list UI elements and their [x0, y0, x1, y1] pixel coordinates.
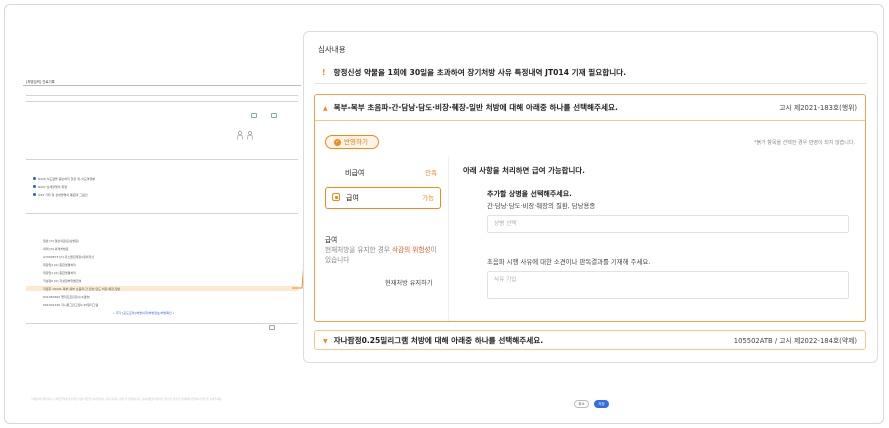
emr-prescription-screen: [처방입력] 진료기록 R229 식도염을 동반하지 않은 위-식도역류병 R2…	[23, 79, 301, 337]
add-diagnosis-desc: 간·담낭·담도·비장·췌장의 질환, 담낭용종	[487, 202, 596, 210]
caret-down-icon[interactable]: ▼	[323, 338, 328, 345]
apply-note: *붉가 항목을 선택한 경우 반영이 되지 않습니다.	[753, 140, 855, 146]
option-covered-selected[interactable]: 급여 가능	[325, 187, 441, 209]
order-row[interactable]: 691001740 자니틀그란고정0.25밀리그램	[43, 303, 98, 307]
keep-current-link[interactable]: 현재처방 유지하기	[385, 279, 433, 289]
save-button[interactable]: 저장	[594, 400, 609, 408]
apply-button[interactable]: ✓ 반영하기	[325, 135, 379, 149]
reason-label: 초음파 시행 사유에 대한 소견이나 판독결과를 기재해 주세요.	[487, 258, 651, 266]
order-links[interactable]: • 추가 [포도모약]/처방이력/처방정보/처방확인 •	[113, 311, 174, 315]
patient-avatar-icon	[237, 131, 243, 140]
order-row[interactable]: 위장암1 [0] 종합영결처리	[43, 271, 76, 275]
section-header[interactable]: ▼ 자나팜정0.25밀리그램 처방에 대해 아래중 하나를 선택해주세요. 105…	[315, 331, 865, 351]
order-row[interactable]: 대장암1 [0] 종합영결처리	[43, 263, 76, 267]
diagnosis-row[interactable]: Q29 기타 및 상세불명의 통원과 그림인	[31, 193, 88, 197]
review-panel: 심사내용 ! 항정신성 약물을 1회에 30일을 초과하여 장기처방 사유 특정내…	[303, 31, 878, 363]
diagnosis-row[interactable]: R229 식도염을 동반하지 않은 위-식도역류병	[31, 177, 95, 181]
order-row-highlighted[interactable]: 자일후 19441 복부-복부 초음파-간·담낭·담도·비장·췌장-일반	[43, 287, 120, 291]
order-row[interactable]: A7000873 [0] 리스펜민제정1정외국산	[43, 255, 94, 259]
option-status: 가능	[422, 194, 434, 202]
emr-small-button[interactable]	[251, 113, 257, 118]
panel-title: 심사내용	[318, 45, 346, 54]
option-keep-current: 급여 현재처방을 유지한 경우 삭감의 위험성이 있습니다 현재처방 유지하기	[325, 235, 441, 295]
cancel-button[interactable]: 취소	[574, 400, 589, 408]
order-row[interactable]: 일반 [0] 일반의원(단순방문)	[43, 239, 79, 243]
emr-window-title: [처방입력] 진료기록	[23, 79, 301, 86]
check-icon: ✓	[334, 138, 341, 146]
reason-input[interactable]: 사유 기입	[487, 271, 849, 299]
option3-description: 현재처방을 유지한 경우 삭감의 위험성이 있습니다	[325, 246, 437, 264]
review-section-drug[interactable]: ▼ 자나팜정0.25밀리그램 처방에 대해 아래중 하나를 선택해주세요. 105…	[314, 330, 866, 350]
detail-heading: 아래 사항을 처리하면 급여 가능합니다.	[463, 166, 585, 175]
option-status: 안족	[425, 169, 437, 177]
radio-checked-icon[interactable]	[332, 193, 340, 201]
patient-avatar-icon	[247, 131, 253, 140]
order-row[interactable]: 외래 [0] 외래처방료	[43, 247, 68, 251]
add-diagnosis-label: 추가할 상병을 선택해주세요.	[487, 190, 572, 198]
section-header[interactable]: ▲ 복부-복부 초음파-간·담낭·담도·비장·췌장-일반 처방에 대해 아래중 하…	[315, 95, 865, 121]
caret-up-icon[interactable]: ▲	[323, 105, 328, 112]
review-section-ultrasound: ▲ 복부-복부 초음파-간·담낭·담도·비장·췌장-일반 처방에 대해 아래중 하…	[314, 94, 866, 322]
notice-reference: 105502ATB / 고시 제2022-184호(약제)	[733, 337, 857, 345]
emr-small-button[interactable]	[271, 113, 277, 118]
option-noncovered[interactable]: 비급여 안족	[325, 165, 441, 181]
exclamation-icon: !	[322, 68, 326, 77]
app-window: [처방입력] 진료기록 R229 식도염을 동반하지 않은 위-식도역류병 R2…	[4, 4, 884, 424]
notice-reference: 고시 제2021-183호(행위)	[779, 104, 857, 112]
alert-message: ! 항정신성 약물을 1회에 30일을 초과하여 장기처방 사유 특정내역 JT0…	[314, 62, 866, 84]
option-column: 비급여 안족 급여 가능 급여 현재처방을 유지한 경우 삭감의 위험성이 있습…	[315, 157, 449, 321]
option-detail: 아래 사항을 처리하면 급여 가능합니다. 추가할 상병을 선택해주세요. 간·…	[463, 165, 858, 315]
order-row[interactable]: 저설정0 [0] 자설정부위별급여	[43, 279, 81, 283]
option3-label: 급여	[325, 236, 338, 244]
footer-note: *처방이력 확인하시고 처방입력이 완료되면 저장 버튼을 눌러주세요. 심사 …	[31, 398, 223, 401]
diagnosis-row[interactable]: R297 상세불명의 위염	[31, 185, 67, 189]
order-row[interactable]: 641050600 펠리프로린정수(1캡슐)	[43, 295, 90, 299]
emr-save-button[interactable]	[269, 325, 275, 330]
diagnosis-select-input[interactable]: 상병 선택	[487, 215, 849, 233]
